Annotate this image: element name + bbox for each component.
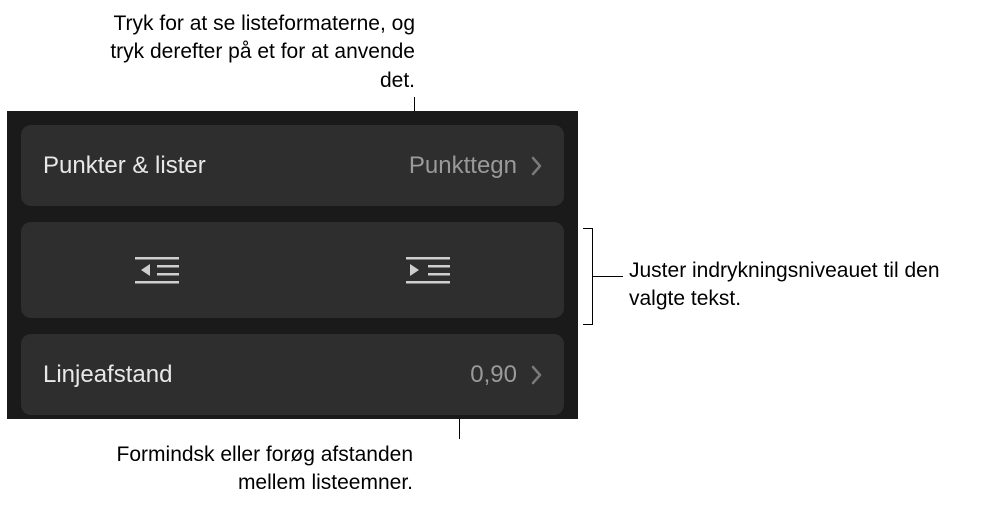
- callout-list-formats: Tryk for at se listeformaterne, og tryk …: [75, 10, 415, 95]
- increase-indent-icon: [406, 255, 450, 285]
- line-spacing-row[interactable]: Linjeafstand 0,90: [21, 334, 564, 415]
- bullets-lists-value: Punkttegn: [409, 152, 517, 180]
- line-spacing-label: Linjeafstand: [43, 361, 172, 389]
- chevron-right-icon: [531, 156, 542, 176]
- callout-line-spacing: Formindsk eller forøg afstanden mellem l…: [63, 441, 413, 498]
- bullets-lists-label: Punkter & lister: [43, 152, 206, 180]
- bullets-lists-row[interactable]: Punkter & lister Punkttegn: [21, 125, 564, 206]
- indent-row: [21, 222, 564, 318]
- callout-bracket: [583, 228, 593, 325]
- callout-indent-level: Juster indrykningsniveauet til den valgt…: [629, 257, 989, 314]
- decrease-indent-icon: [135, 255, 179, 285]
- decrease-indent-button[interactable]: [21, 222, 293, 318]
- chevron-right-icon: [531, 365, 542, 385]
- increase-indent-button[interactable]: [293, 222, 565, 318]
- bullets-lists-value-group: Punkttegn: [409, 152, 542, 180]
- line-spacing-value-group: 0,90: [470, 361, 542, 389]
- line-spacing-value: 0,90: [470, 361, 517, 389]
- callout-line: [593, 276, 623, 277]
- formatting-panel: Punkter & lister Punkttegn: [7, 111, 578, 419]
